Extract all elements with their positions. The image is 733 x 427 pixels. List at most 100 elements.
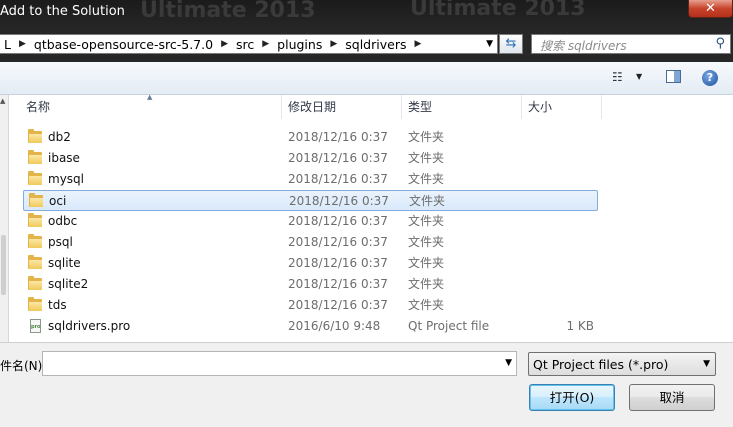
file-size bbox=[533, 295, 594, 316]
breadcrumb-separator-icon[interactable]: ▶ bbox=[15, 39, 30, 49]
background-watermark: Ultimate 2013 bbox=[140, 0, 316, 23]
file-row[interactable]: oci 2018/12/16 0:37 文件夹 bbox=[23, 190, 598, 211]
file-type: 文件夹 bbox=[408, 214, 445, 228]
breadcrumb-item[interactable]: plugins bbox=[273, 37, 326, 52]
breadcrumb-separator-icon[interactable]: ▶ bbox=[258, 39, 273, 49]
file-date: 2018/12/16 0:37 bbox=[288, 256, 388, 270]
file-row[interactable]: db2 2018/12/16 0:37 文件夹 bbox=[23, 127, 598, 148]
file-name: ibase bbox=[48, 151, 80, 165]
file-type: 文件夹 bbox=[408, 151, 445, 165]
file-date: 2018/12/16 0:37 bbox=[288, 172, 388, 186]
breadcrumb-item[interactable]: sqldrivers bbox=[341, 37, 410, 52]
search-icon: ⚲ bbox=[715, 36, 725, 51]
file-row[interactable]: odbc 2018/12/16 0:37 文件夹 bbox=[23, 211, 598, 232]
file-type: 文件夹 bbox=[408, 277, 445, 291]
file-name: tds bbox=[48, 298, 67, 312]
file-name: db2 bbox=[48, 130, 71, 144]
file-row[interactable]: mysql 2018/12/16 0:37 文件夹 bbox=[23, 169, 598, 190]
address-history-chevron-icon[interactable]: ▼ bbox=[486, 39, 493, 49]
scrollbar-thumb[interactable] bbox=[1, 235, 6, 295]
file-type: 文件夹 bbox=[408, 130, 445, 144]
file-type: 文件夹 bbox=[408, 172, 445, 186]
file-size bbox=[533, 253, 594, 274]
file-row[interactable]: ibase 2018/12/16 0:37 文件夹 bbox=[23, 148, 598, 169]
folder-icon bbox=[28, 129, 42, 143]
file-name: sqldrivers.pro bbox=[48, 319, 131, 333]
folder-icon bbox=[29, 193, 43, 207]
breadcrumb-separator-icon[interactable]: ▶ bbox=[410, 39, 425, 49]
search-input[interactable]: 搜索 sqldrivers ⚲ bbox=[531, 34, 731, 54]
list-view-icon[interactable]: ☷ bbox=[612, 70, 623, 84]
file-row[interactable]: sqlite2 2018/12/16 0:37 文件夹 bbox=[23, 274, 598, 295]
sort-ascending-icon: ▲ bbox=[147, 93, 153, 101]
file-size bbox=[533, 211, 594, 232]
folder-icon bbox=[28, 276, 42, 290]
file-name: oci bbox=[49, 194, 67, 208]
background-watermark: Ultimate 2013 bbox=[410, 0, 586, 21]
preview-pane-icon[interactable] bbox=[666, 70, 681, 83]
file-size: 1 KB bbox=[566, 319, 594, 333]
file-name: sqlite bbox=[48, 256, 81, 270]
column-header-date[interactable]: 修改日期 bbox=[282, 95, 402, 119]
help-icon[interactable]: ? bbox=[702, 70, 718, 86]
file-name: mysql bbox=[48, 172, 84, 186]
file-size bbox=[534, 191, 595, 212]
file-size bbox=[533, 148, 594, 169]
pro-file-icon: pro bbox=[30, 319, 41, 333]
dialog-footer: 件名(N): ▼ Qt Project files (*.pro) ▼ 打开(O… bbox=[0, 342, 733, 427]
open-button[interactable]: 打开(O) bbox=[529, 384, 615, 411]
file-type: 文件夹 bbox=[409, 194, 446, 208]
file-date: 2018/12/16 0:37 bbox=[288, 235, 388, 249]
search-placeholder: 搜索 sqldrivers bbox=[540, 39, 627, 53]
cancel-button[interactable]: 取消 bbox=[629, 384, 715, 411]
file-date: 2018/12/16 0:37 bbox=[288, 130, 388, 144]
file-name: psql bbox=[48, 235, 73, 249]
breadcrumb-separator-icon[interactable]: ▶ bbox=[217, 39, 232, 49]
folder-icon bbox=[28, 297, 42, 311]
file-row[interactable]: psql 2018/12/16 0:37 文件夹 bbox=[23, 232, 598, 253]
file-size bbox=[533, 232, 594, 253]
file-type: 文件夹 bbox=[408, 235, 445, 249]
title-bar: Ultimate 2013 Ultimate 2013 Add to the S… bbox=[0, 0, 733, 28]
breadcrumb-item[interactable]: qtbase-opensource-src-5.7.0 bbox=[30, 37, 217, 52]
file-date: 2018/12/16 0:37 bbox=[288, 298, 388, 312]
file-type: 文件夹 bbox=[408, 256, 445, 270]
folder-icon bbox=[28, 171, 42, 185]
breadcrumb-separator-icon[interactable]: ▶ bbox=[326, 39, 341, 49]
refresh-button[interactable]: ⇆ bbox=[499, 34, 523, 54]
file-date: 2018/12/16 0:37 bbox=[289, 194, 389, 208]
file-size bbox=[533, 274, 594, 295]
address-row: L ▶ qtbase-opensource-src-5.7.0 ▶ src ▶ plugin… bbox=[0, 28, 733, 62]
scroll-up-icon[interactable]: ▲ bbox=[0, 97, 5, 105]
file-type: Qt Project file bbox=[408, 319, 490, 333]
address-bar[interactable]: L ▶ qtbase-opensource-src-5.7.0 ▶ src ▶ plugin… bbox=[0, 34, 498, 54]
column-header-size[interactable]: 大小 bbox=[522, 95, 602, 119]
breadcrumb-item[interactable]: L bbox=[0, 37, 15, 52]
folder-icon bbox=[28, 150, 42, 164]
chevron-down-icon[interactable]: ▼ bbox=[636, 72, 642, 81]
file-size bbox=[533, 127, 594, 148]
chevron-down-icon: ▼ bbox=[703, 359, 710, 369]
window-title: Add to the Solution bbox=[0, 4, 125, 19]
close-button[interactable]: ✕ bbox=[688, 0, 733, 18]
folder-icon bbox=[28, 213, 42, 227]
chevron-down-icon[interactable]: ▼ bbox=[505, 358, 512, 368]
close-icon: ✕ bbox=[705, 1, 716, 16]
file-list: ▲ 名称 ▲ 修改日期 类型 大小 db2 2018/12/16 0:37 文件夹 i… bbox=[0, 93, 733, 342]
file-date: 2016/6/10 9:48 bbox=[288, 319, 381, 333]
toolbar: ☷ ▼ ? bbox=[0, 62, 733, 95]
navigation-pane-scrollbar[interactable]: ▲ bbox=[0, 95, 9, 342]
refresh-icon: ⇆ bbox=[505, 36, 517, 51]
file-date: 2018/12/16 0:37 bbox=[288, 151, 388, 165]
filename-label: 件名(N): bbox=[0, 359, 47, 373]
column-header-type[interactable]: 类型 bbox=[402, 95, 522, 119]
file-type-select[interactable]: Qt Project files (*.pro) ▼ bbox=[528, 352, 716, 376]
file-date: 2018/12/16 0:37 bbox=[288, 277, 388, 291]
file-name: odbc bbox=[48, 214, 78, 228]
file-row[interactable]: tds 2018/12/16 0:37 文件夹 bbox=[23, 295, 598, 316]
filename-input[interactable]: ▼ bbox=[42, 351, 517, 376]
file-row[interactable]: sqlite 2018/12/16 0:37 文件夹 bbox=[23, 253, 598, 274]
breadcrumb-item[interactable]: src bbox=[232, 37, 258, 52]
file-row[interactable]: pro sqldrivers.pro 2016/6/10 9:48 Qt Projec… bbox=[23, 316, 598, 337]
folder-icon bbox=[28, 234, 42, 248]
